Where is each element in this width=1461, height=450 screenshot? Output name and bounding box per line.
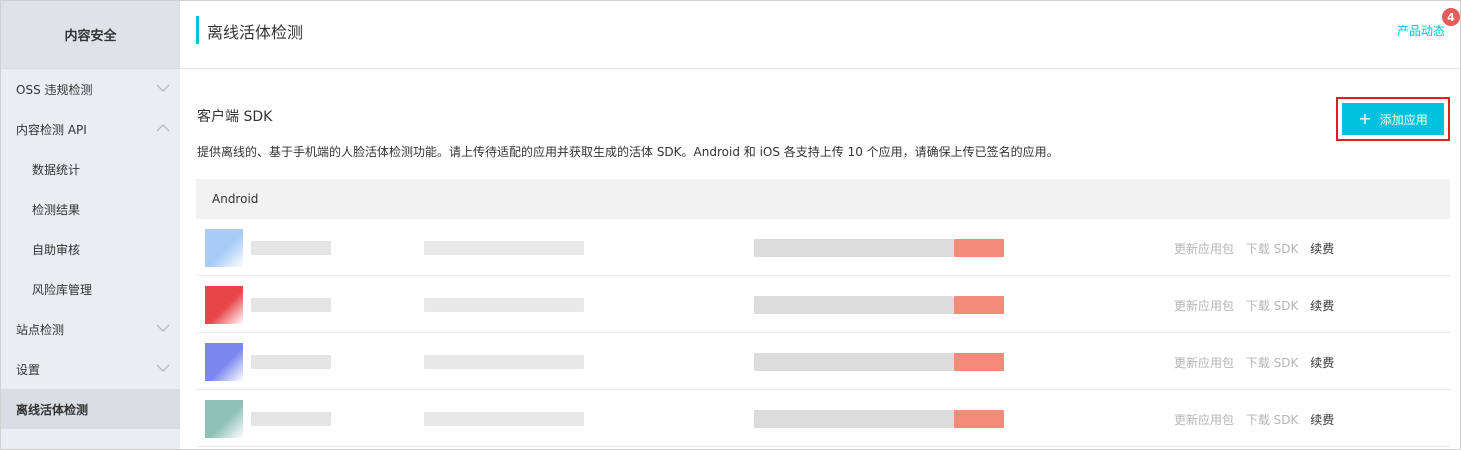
signature-blurred	[754, 296, 954, 314]
app-name-blurred	[251, 298, 331, 312]
sidebar-item-self-review[interactable]: 自助审核	[1, 229, 180, 269]
sidebar-title: 内容安全	[1, 1, 180, 69]
renew-link[interactable]: 续费	[1310, 299, 1334, 313]
row-operations: 更新应用包 下载 SDK 续费	[1174, 411, 1342, 428]
title-accent-bar	[196, 16, 199, 44]
plus-icon: +	[1358, 109, 1372, 128]
sidebar-item-label: 站点检测	[16, 322, 65, 337]
app-name-blurred	[251, 241, 331, 255]
add-app-label: 添加应用	[1379, 112, 1428, 127]
page-header: 离线活体检测 产品动态 4	[180, 1, 1460, 69]
package-name-blurred	[424, 298, 584, 312]
table-header: Android	[196, 179, 1450, 219]
row-operations: 更新应用包 下载 SDK 续费	[1174, 297, 1342, 314]
sidebar: 内容安全 OSS 违规检测 内容检测 API 数据统计 检测结果 自助审核 风险…	[1, 1, 180, 449]
page-title: 离线活体检测	[207, 23, 304, 42]
main-content: 离线活体检测 产品动态 4 客户端 SDK 提供离线的、基于手机端的人脸活体检测…	[180, 1, 1460, 449]
app-icon	[205, 343, 243, 381]
update-package-link[interactable]: 更新应用包	[1174, 413, 1234, 427]
chevron-down-icon	[156, 364, 170, 372]
product-news-link[interactable]: 产品动态	[1397, 22, 1445, 39]
package-name-blurred	[424, 412, 584, 426]
expiry-blurred	[954, 410, 1004, 428]
renew-link[interactable]: 续费	[1310, 242, 1334, 256]
notification-badge: 4	[1442, 8, 1460, 26]
section-description: 提供离线的、基于手机端的人脸活体检测功能。请上传待适配的应用并获取生成的活体 S…	[197, 145, 1059, 159]
platform-header: Android	[212, 192, 259, 206]
row-operations: 更新应用包 下载 SDK 续费	[1174, 354, 1342, 371]
sidebar-item-label: 数据统计	[32, 162, 81, 177]
sidebar-item-offline-liveness[interactable]: 离线活体检测	[1, 389, 180, 429]
table-row: 更新应用包 下载 SDK 续费	[196, 276, 1450, 333]
expiry-blurred	[954, 296, 1004, 314]
section-title: 客户端 SDK	[197, 109, 273, 125]
signature-blurred	[754, 239, 954, 257]
sidebar-item-label: 离线活体检测	[16, 402, 89, 417]
add-app-button[interactable]: + 添加应用	[1342, 103, 1444, 135]
sidebar-item-results[interactable]: 检测结果	[1, 189, 180, 229]
expiry-blurred	[954, 239, 1004, 257]
package-name-blurred	[424, 241, 584, 255]
sidebar-item-settings[interactable]: 设置	[1, 349, 180, 389]
row-operations: 更新应用包 下载 SDK 续费	[1174, 240, 1342, 257]
update-package-link[interactable]: 更新应用包	[1174, 299, 1234, 313]
app-icon	[205, 229, 243, 267]
signature-blurred	[754, 410, 954, 428]
table-row: 更新应用包 下载 SDK 续费	[196, 219, 1450, 276]
table-row: 更新应用包 下载 SDK 续费	[196, 390, 1450, 447]
update-package-link[interactable]: 更新应用包	[1174, 356, 1234, 370]
table-row: 更新应用包 下载 SDK 续费	[196, 333, 1450, 390]
app-icon	[205, 400, 243, 438]
sidebar-item-oss-detection[interactable]: OSS 违规检测	[1, 69, 180, 109]
app-icon	[205, 286, 243, 324]
signature-blurred	[754, 353, 954, 371]
download-sdk-link[interactable]: 下载 SDK	[1246, 356, 1299, 370]
add-app-highlight: + 添加应用	[1336, 97, 1450, 141]
download-sdk-link[interactable]: 下载 SDK	[1246, 299, 1299, 313]
update-package-link[interactable]: 更新应用包	[1174, 242, 1234, 256]
package-name-blurred	[424, 355, 584, 369]
chevron-up-icon	[156, 124, 170, 132]
renew-link[interactable]: 续费	[1310, 413, 1334, 427]
app-name-blurred	[251, 355, 331, 369]
app-table: Android 更新应用包 下载 SDK 续费 更新应用包 下载 SDK 续费 …	[196, 179, 1450, 447]
sidebar-item-label: 设置	[16, 362, 41, 377]
download-sdk-link[interactable]: 下载 SDK	[1246, 242, 1299, 256]
sidebar-item-statistics[interactable]: 数据统计	[1, 149, 180, 189]
sidebar-item-label: 自助审核	[32, 242, 81, 257]
chevron-down-icon	[156, 84, 170, 92]
sidebar-item-label: 内容检测 API	[16, 122, 87, 137]
sidebar-item-label: 检测结果	[32, 202, 81, 217]
sidebar-item-site-detection[interactable]: 站点检测	[1, 309, 180, 349]
app-name-blurred	[251, 412, 331, 426]
sidebar-item-content-api[interactable]: 内容检测 API	[1, 109, 180, 149]
sidebar-item-label: OSS 违规检测	[16, 82, 93, 97]
download-sdk-link[interactable]: 下载 SDK	[1246, 413, 1299, 427]
sidebar-item-label: 风险库管理	[32, 282, 93, 297]
renew-link[interactable]: 续费	[1310, 356, 1334, 370]
chevron-down-icon	[156, 324, 170, 332]
expiry-blurred	[954, 353, 1004, 371]
sidebar-item-risk-library[interactable]: 风险库管理	[1, 269, 180, 309]
table-body: 更新应用包 下载 SDK 续费 更新应用包 下载 SDK 续费 更新应用包 下载…	[196, 219, 1450, 447]
